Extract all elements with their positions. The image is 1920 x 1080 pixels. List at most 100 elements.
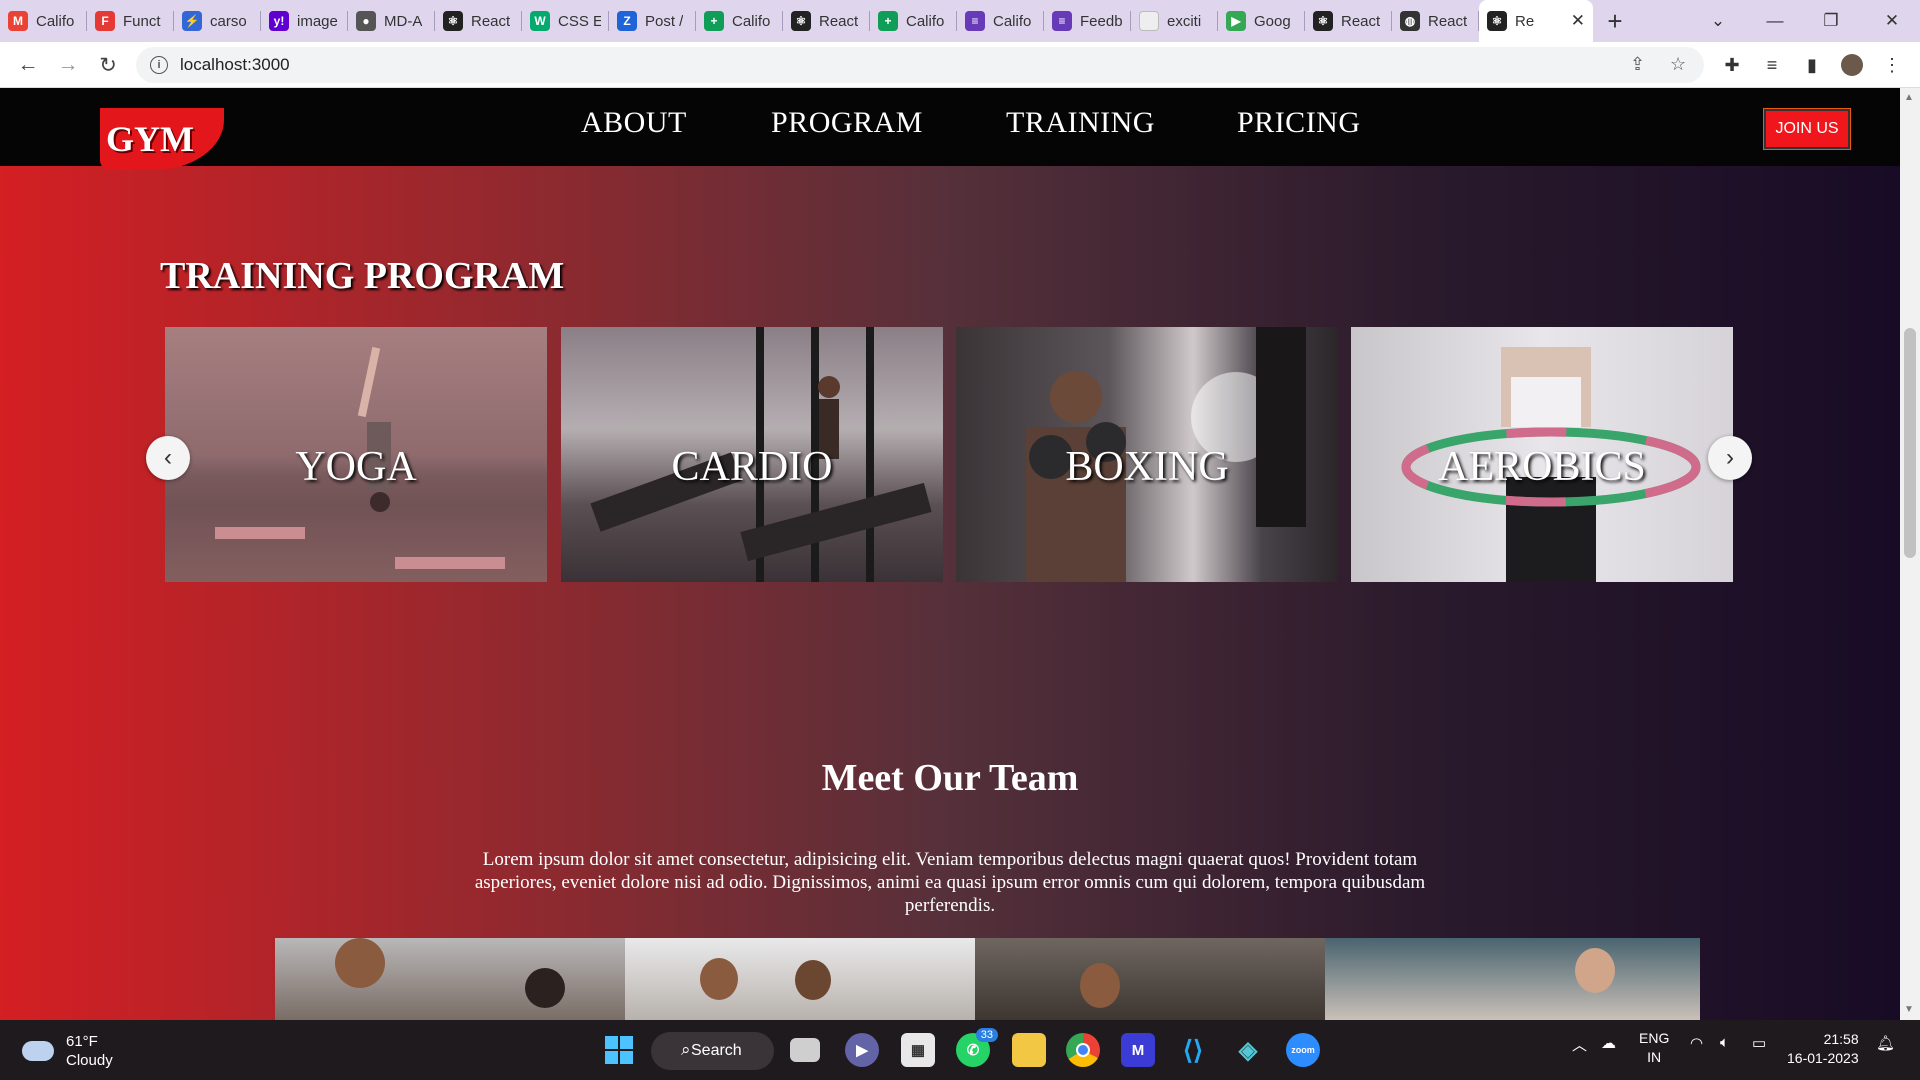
notifications-icon[interactable]: 🔔︎ xyxy=(1876,1034,1895,1052)
scroll-up-icon[interactable]: ▲ xyxy=(1904,92,1914,103)
tab[interactable]: M Califo xyxy=(0,0,87,42)
tab[interactable]: ◍ React xyxy=(1392,0,1479,42)
tab-search-icon[interactable]: ⌄ xyxy=(1690,0,1746,42)
program-label-boxing: BOXING xyxy=(1065,443,1229,490)
program-card-cardio[interactable]: CARDIO xyxy=(561,327,943,582)
tab-label: Califo xyxy=(732,12,771,30)
program-card-yoga[interactable]: YOGA xyxy=(165,327,547,582)
tab[interactable]: F Funct xyxy=(87,0,174,42)
tab-label: CSS E xyxy=(558,12,601,30)
task-view-icon[interactable] xyxy=(790,1038,820,1062)
media-control-icon[interactable]: ≡ xyxy=(1757,50,1787,80)
program-card-aerobics[interactable]: AEROBICS xyxy=(1351,327,1733,582)
whatsapp-icon[interactable]: ✆ 33 xyxy=(956,1028,998,1067)
close-window-button[interactable]: ✕ xyxy=(1864,0,1920,42)
nav-link-program[interactable]: PROGRAM xyxy=(771,106,923,140)
tab-active[interactable]: ⚛ Re ✕ xyxy=(1479,0,1593,42)
carousel-next-button[interactable]: › xyxy=(1708,436,1752,480)
taskbar-search[interactable]: ⌕ Search xyxy=(651,1032,774,1070)
tab[interactable]: ▶ Goog xyxy=(1218,0,1305,42)
dev-tool-icon[interactable]: ◈ xyxy=(1231,1033,1265,1067)
team-photo-2[interactable] xyxy=(625,938,975,1020)
teams-chat-icon[interactable]: ▶ xyxy=(845,1033,879,1067)
profile-avatar[interactable] xyxy=(1837,50,1867,80)
forms-icon: ≡ xyxy=(1052,11,1072,31)
extensions-icon[interactable]: ✚ xyxy=(1717,50,1747,80)
team-description: Lorem ipsum dolor sit amet consectetur, … xyxy=(474,849,1426,916)
bolt-icon: ⚡ xyxy=(182,11,202,31)
join-us-button[interactable]: JOIN US xyxy=(1763,108,1851,150)
tab[interactable]: exciti xyxy=(1131,0,1218,42)
system-clock[interactable]: 21:58 16-01-2023 xyxy=(1787,1030,1859,1068)
vscode-icon[interactable]: ⟨⟩ xyxy=(1176,1033,1210,1067)
tab[interactable]: + Califo xyxy=(870,0,957,42)
sheets-icon: + xyxy=(704,11,724,31)
yahoo-icon: y! xyxy=(269,11,289,31)
tab[interactable]: y! image xyxy=(261,0,348,42)
bookmark-star-icon[interactable]: ☆ xyxy=(1670,54,1686,75)
microsoft-store-icon[interactable]: ▦ xyxy=(901,1033,935,1067)
scroll-down-icon[interactable]: ▼ xyxy=(1904,1004,1914,1015)
browser-menu-icon[interactable]: ⋮ xyxy=(1877,50,1907,80)
minimize-button[interactable]: — xyxy=(1747,0,1803,42)
tab[interactable]: Z Post / xyxy=(609,0,696,42)
reload-button[interactable]: ↻ xyxy=(88,45,128,85)
tab-label: Post / xyxy=(645,12,684,30)
trainer-figure xyxy=(1080,963,1120,1008)
page-scrollbar[interactable]: ▲ ▼ xyxy=(1900,88,1920,1020)
share-icon[interactable]: ⇪ xyxy=(1630,54,1645,75)
tab[interactable]: ⚛ React xyxy=(435,0,522,42)
nav-link-about[interactable]: ABOUT xyxy=(581,106,687,140)
tab[interactable]: ≡ Feedb xyxy=(1044,0,1131,42)
team-photo-1[interactable] xyxy=(275,938,625,1020)
program-card-boxing[interactable]: BOXING xyxy=(956,327,1338,582)
new-tab-button[interactable]: + xyxy=(1593,0,1637,42)
zoom-icon[interactable]: zoom xyxy=(1286,1033,1320,1067)
tab[interactable]: + Califo xyxy=(696,0,783,42)
browser-tab-strip: M Califo F Funct ⚡ carso y! image ● MD-A ⚛ React W CS… xyxy=(0,0,1920,42)
app-icon-m[interactable]: M xyxy=(1121,1033,1155,1067)
tab-label: Goog xyxy=(1254,12,1291,30)
nav-link-training[interactable]: TRAINING xyxy=(1006,106,1155,140)
weather-widget[interactable]: 61°F Cloudy xyxy=(22,1032,113,1070)
volume-icon[interactable]: 🔈︎ xyxy=(1720,1034,1729,1051)
site-info-icon[interactable]: i xyxy=(150,56,168,74)
language-code: ENG xyxy=(1639,1030,1670,1046)
forward-button[interactable]: → xyxy=(48,45,88,85)
site-navbar: GYM ABOUT PROGRAM TRAINING PRICING JOIN … xyxy=(0,88,1900,170)
react-icon: ⚛ xyxy=(791,11,811,31)
show-hidden-icons-icon[interactable]: ︿ xyxy=(1572,1034,1587,1055)
language-indicator[interactable]: ENG IN xyxy=(1639,1029,1669,1067)
meet-icon: ▶ xyxy=(1226,11,1246,31)
windows-start-icon[interactable] xyxy=(602,1033,636,1067)
file-explorer-icon[interactable] xyxy=(1012,1033,1046,1067)
tab[interactable]: ⚡ carso xyxy=(174,0,261,42)
tab-label: MD-A xyxy=(384,12,423,30)
tab[interactable]: ≡ Califo xyxy=(957,0,1044,42)
nav-link-pricing[interactable]: PRICING xyxy=(1237,106,1361,140)
battery-icon[interactable]: ▭ xyxy=(1752,1034,1766,1052)
carousel-prev-button[interactable]: ‹ xyxy=(146,436,190,480)
trainer-figure xyxy=(335,938,385,988)
tab-label: Califo xyxy=(906,12,945,30)
clock-time: 21:58 xyxy=(1823,1031,1859,1047)
address-bar[interactable]: i localhost:3000 ⇪ ☆ xyxy=(136,47,1704,83)
tab[interactable]: ⚛ React xyxy=(1305,0,1392,42)
tab[interactable]: ⚛ React xyxy=(783,0,870,42)
weather-temperature: 61°F xyxy=(66,1033,98,1050)
tab[interactable]: ● MD-A xyxy=(348,0,435,42)
team-photo-3[interactable] xyxy=(975,938,1325,1020)
side-panel-icon[interactable]: ▮ xyxy=(1797,50,1827,80)
team-photo-4[interactable] xyxy=(1325,938,1700,1020)
onedrive-icon[interactable]: ☁ xyxy=(1601,1034,1616,1052)
sheets-icon: + xyxy=(878,11,898,31)
trainer-figure xyxy=(795,960,831,1000)
chrome-icon[interactable] xyxy=(1066,1033,1100,1067)
tab[interactable]: W CSS E xyxy=(522,0,609,42)
scrollbar-thumb[interactable] xyxy=(1904,328,1916,558)
back-button[interactable]: ← xyxy=(8,45,48,85)
restore-button[interactable]: ❐ xyxy=(1803,0,1859,42)
wifi-icon[interactable]: ◠ xyxy=(1690,1034,1703,1052)
gym-logo[interactable]: GYM xyxy=(100,108,224,170)
close-tab-icon[interactable]: ✕ xyxy=(1571,11,1585,31)
